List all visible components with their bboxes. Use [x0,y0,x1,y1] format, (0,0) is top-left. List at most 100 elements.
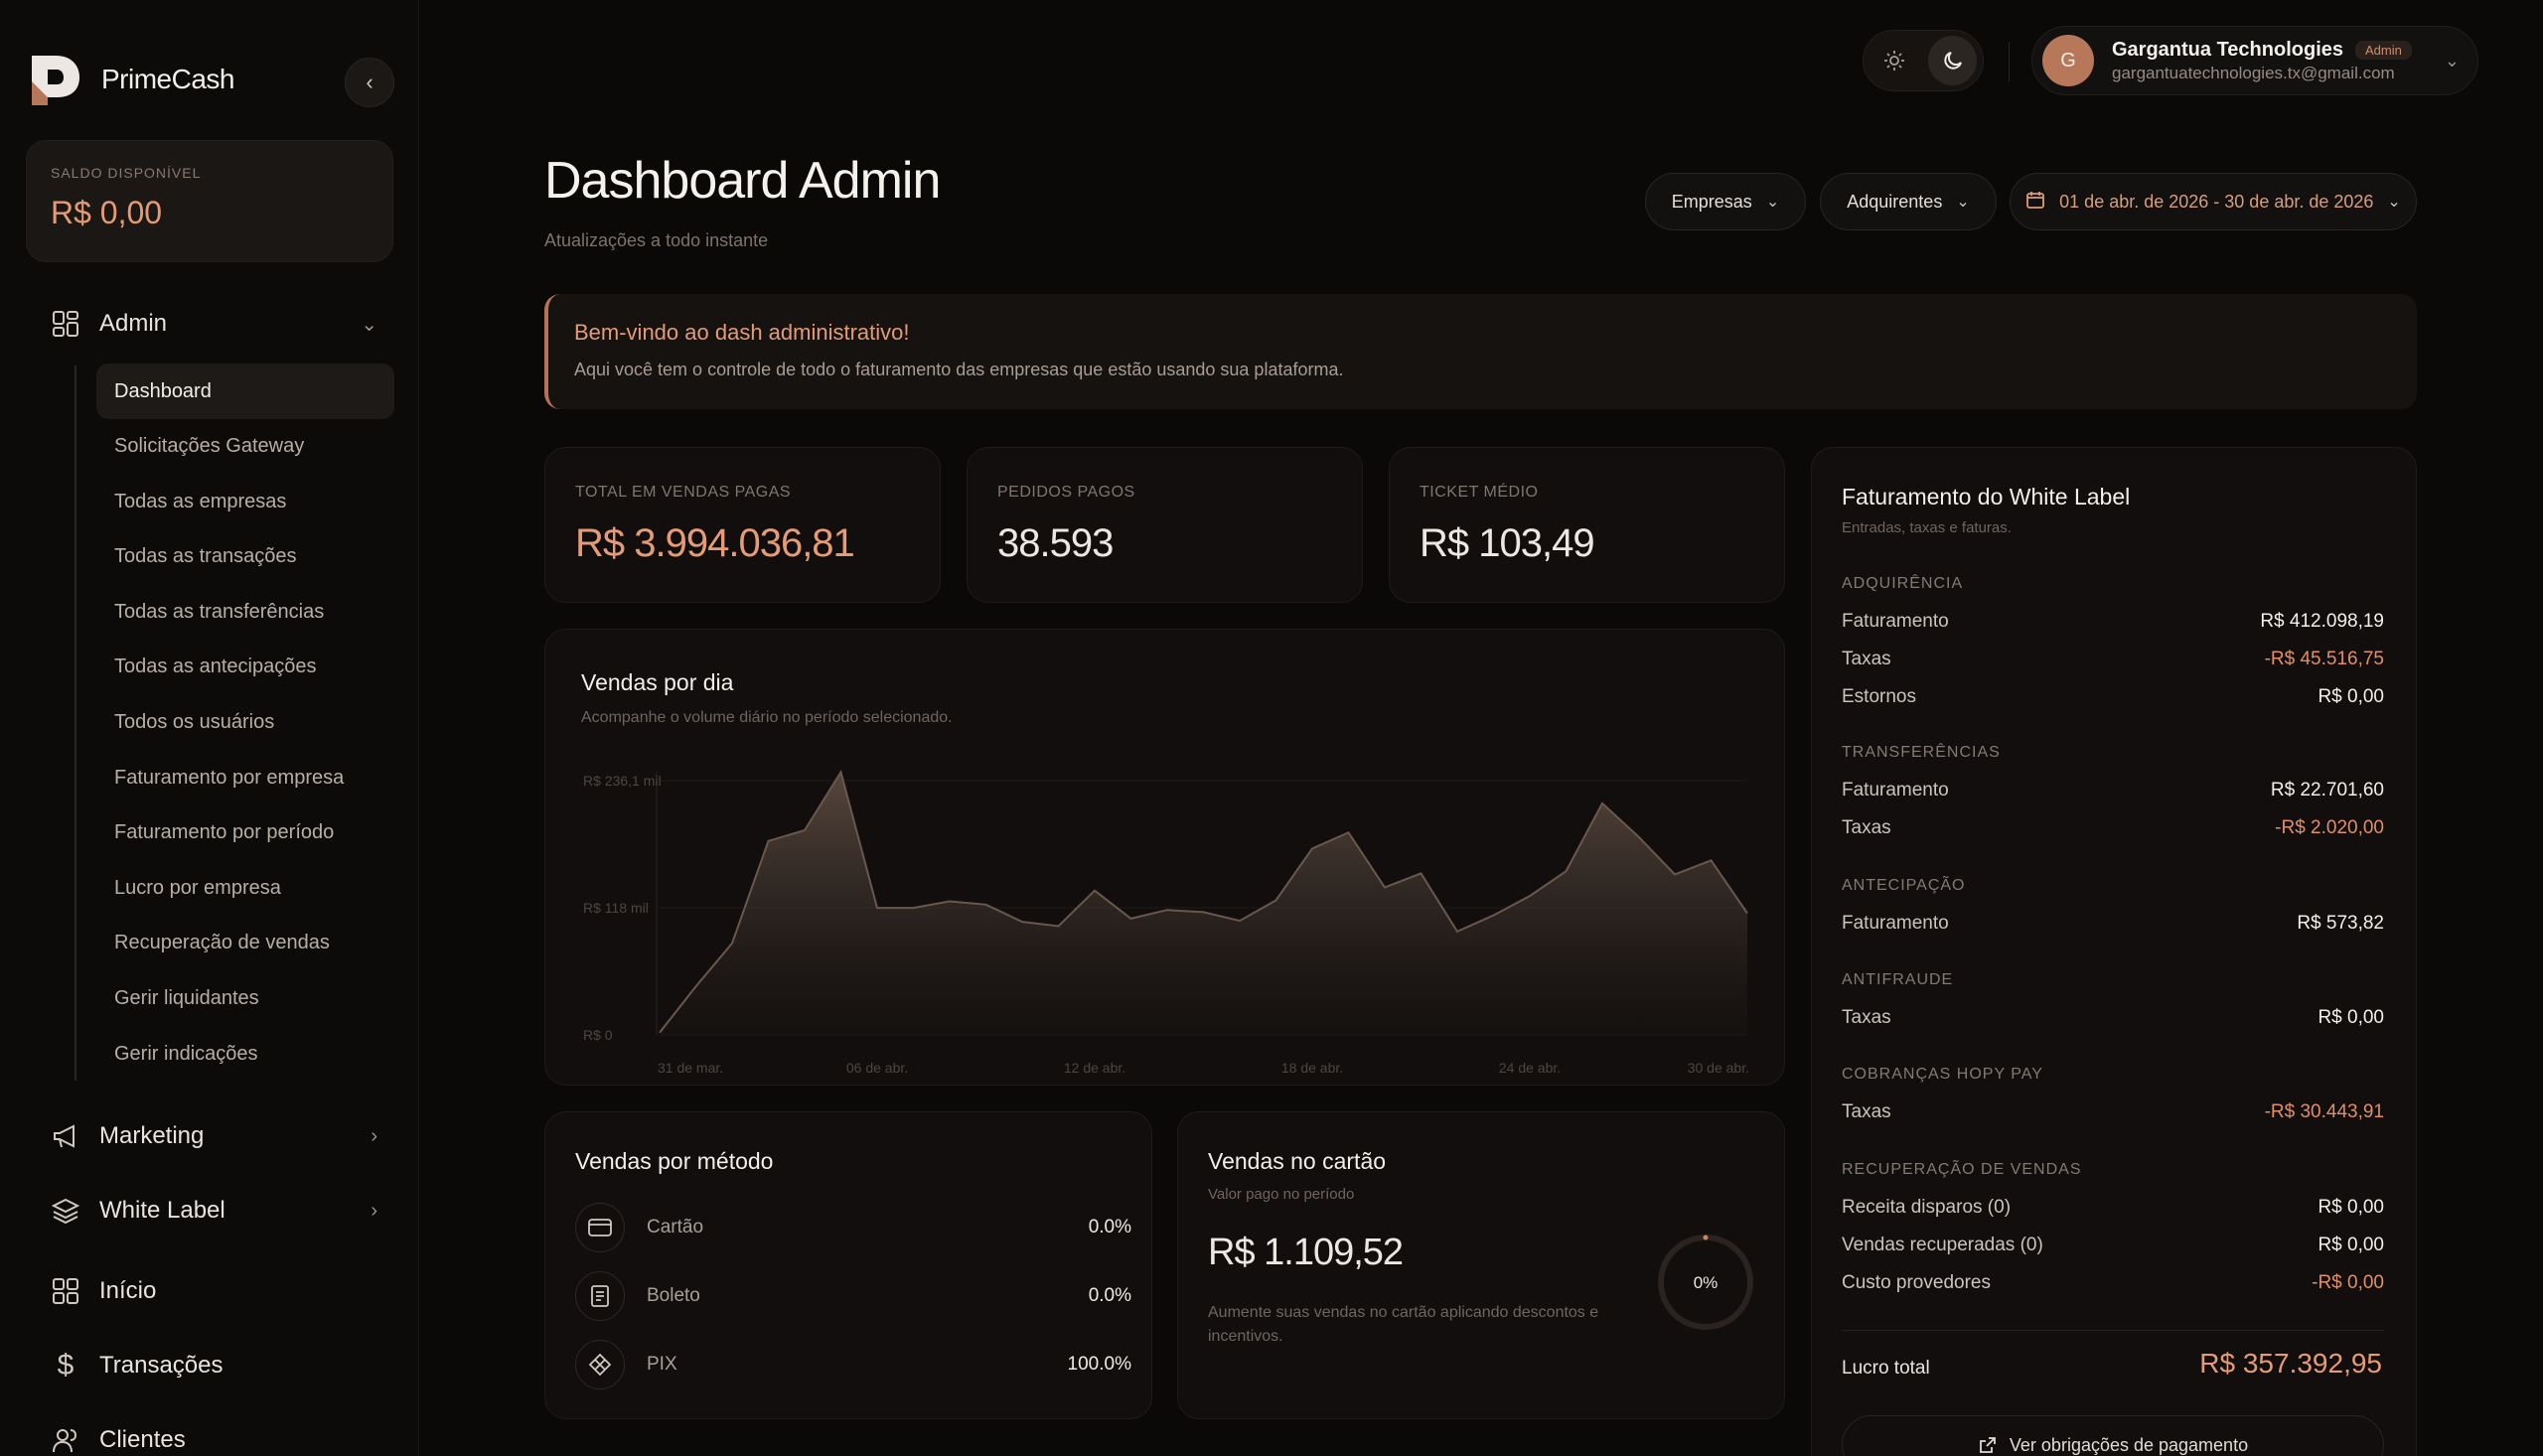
card-subtitle: Valor pago no período [1208,1186,1355,1203]
nav-item-inicio[interactable]: Início [50,1271,377,1311]
method-row-pix: PIX 100.0% [575,1337,1131,1392]
wl-row-value: -R$ 45.516,75 [2264,649,2384,669]
sidebar-item-recuperacao-vendas[interactable]: Recuperação de vendas [96,915,394,970]
nav-section-admin[interactable]: Admin ⌄ [50,304,377,344]
data-point [1599,801,1605,806]
sidebar: PrimeCash ‹ SALDO DISPONÍVEL R$ 0,00 Adm… [0,0,419,1456]
wl-row: Receita disparos (0) R$ 0,00 [1842,1197,2384,1219]
primecash-logo-icon [32,56,79,105]
filter-companies[interactable]: Empresas ⌄ [1645,173,1806,230]
sidebar-item-usuarios[interactable]: Todos os usuários [96,694,394,750]
grid-icon [50,1275,81,1307]
chevron-down-icon: ⌄ [361,313,377,336]
sidebar-item-transacoes[interactable]: Todas as transações [96,528,394,584]
nav-item-clientes[interactable]: Clientes [50,1420,377,1456]
data-point [729,941,735,946]
chevron-left-icon: ‹ [366,70,374,94]
data-point [911,905,917,911]
sidebar-item-dashboard[interactable]: Dashboard [96,364,394,419]
kpi-card-total-sales: TOTAL EM VENDAS PAGAS R$ 3.994.036,81 [544,447,941,603]
kpi-card-average-ticket: TICKET MÉDIO R$ 103,49 [1389,447,1785,603]
wl-row: Taxas R$ 0,00 [1842,1007,2384,1029]
balance-card: SALDO DISPONÍVEL R$ 0,00 [26,140,393,262]
data-point [947,899,953,905]
brand-name: PrimeCash [101,64,234,94]
sidebar-item-empresas[interactable]: Todas as empresas [96,474,394,529]
wl-row-value: R$ 22.701,60 [2270,780,2384,801]
wl-section-transferencias: TRANSFERÊNCIAS [1842,744,2001,761]
avatar: G [2042,35,2094,86]
sidebar-item-liquidantes[interactable]: Gerir liquidantes [96,970,394,1026]
wl-row: Estornos R$ 0,00 [1842,686,2384,708]
sales-per-day-card: Vendas por dia Acompanhe o volume diário… [544,629,1785,1086]
data-point [1237,918,1243,924]
theme-toggle[interactable] [1863,30,1984,91]
sidebar-item-faturamento-periodo[interactable]: Faturamento por período [96,804,394,860]
data-point [1309,845,1315,851]
wl-row-value: R$ 573,82 [2297,913,2384,934]
kpi-value: R$ 3.994.036,81 [575,521,855,565]
kpi-label: TOTAL EM VENDAS PAGAS [575,484,792,501]
chevron-down-icon: ⌄ [2387,194,2401,211]
nav-item-transacoes[interactable]: $ Transações [50,1346,377,1385]
dark-mode-button[interactable] [1928,36,1977,85]
user-menu[interactable]: G Gargantua Technologies Admin gargantua… [2031,26,2478,95]
data-point [1346,829,1352,835]
wl-section-antifraude: ANTIFRAUDE [1842,971,1954,988]
data-point [838,769,844,775]
payment-obligations-button[interactable]: Ver obrigações de pagamento [1842,1415,2384,1456]
user-name: Gargantua Technologies [2112,38,2343,61]
wl-row-label: Custo provedores [1842,1272,1991,1293]
wl-row: Taxas -R$ 30.443,91 [1842,1101,2384,1123]
card-sales-amount: R$ 1.109,52 [1208,1232,1404,1273]
nav-section-white-label[interactable]: White Label › [50,1191,377,1231]
wl-row: Taxas -R$ 2.020,00 [1842,817,2384,839]
wl-row-label: Taxas [1842,1007,1891,1028]
data-point [1672,871,1678,877]
user-info: Gargantua Technologies Admin gargantuate… [2112,39,2412,83]
topbar-divider [2009,42,2010,81]
wl-row-value: -R$ 0,00 [2312,1272,2384,1293]
wl-section-recuperacao: RECUPERAÇÃO DE VENDAS [1842,1161,2082,1178]
filter-label: Adquirentes [1847,191,1943,212]
sidebar-item-indicacoes[interactable]: Gerir indicações [96,1026,394,1082]
kpi-label: PEDIDOS PAGOS [997,484,1135,501]
card-sales-hint: Aumente suas vendas no cartão aplicando … [1208,1304,1599,1345]
data-point [874,905,880,911]
wl-row-label: Taxas [1842,1101,1891,1122]
grid-icon [50,308,81,340]
wl-row-label: Estornos [1842,686,1916,707]
nav-section-marketing[interactable]: Marketing › [50,1116,377,1156]
brand[interactable]: PrimeCash [30,52,234,107]
sidebar-item-transferencias[interactable]: Todas as transferências [96,584,394,640]
sun-icon [1883,51,1904,71]
card-sales-card: Vendas no cartão Valor pago no período R… [1177,1111,1785,1419]
kpi-label: TICKET MÉDIO [1420,484,1539,501]
chevron-down-icon: ⌄ [1956,194,1970,211]
x-tick-label: 24 de abr. [1499,1060,1561,1076]
filter-label: Empresas [1671,191,1752,212]
wl-section-adquirencia: ADQUIRÊNCIA [1842,575,1964,592]
user-email: gargantuatechnologies.tx@gmail.com [2112,63,2395,82]
y-tick-label: R$ 0 [583,1027,613,1043]
filter-acquirers[interactable]: Adquirentes ⌄ [1820,173,1997,230]
welcome-banner: Bem-vindo ao dash administrativo! Aqui v… [544,294,2417,409]
button-label: Ver obrigações de pagamento [2009,1434,2249,1455]
collapse-sidebar-button[interactable]: ‹ [345,58,394,107]
filter-date-range[interactable]: 01 de abr. de 2026 - 30 de abr. de 2026 … [2010,173,2417,230]
balance-value: R$ 0,00 [51,195,163,230]
sidebar-item-lucro-empresa[interactable]: Lucro por empresa [96,860,394,916]
data-point [1273,897,1279,903]
light-mode-button[interactable] [1870,36,1918,85]
data-point [1709,857,1715,863]
sales-by-method-card: Vendas por método Cartão 0.0% Boleto 0.0… [544,1111,1152,1419]
card-title: Vendas por método [575,1148,774,1174]
users-icon [50,1424,81,1456]
wl-row: Faturamento R$ 412.098,19 [1842,611,2384,633]
panel-title: Faturamento do White Label [1842,484,2131,510]
wl-row: Faturamento R$ 573,82 [1842,913,2384,935]
sidebar-item-antecipacoes[interactable]: Todas as antecipações [96,639,394,694]
data-point [766,838,772,844]
sidebar-item-faturamento-empresa[interactable]: Faturamento por empresa [96,750,394,805]
sidebar-item-solicitacoes-gateway[interactable]: Solicitações Gateway [96,418,394,474]
